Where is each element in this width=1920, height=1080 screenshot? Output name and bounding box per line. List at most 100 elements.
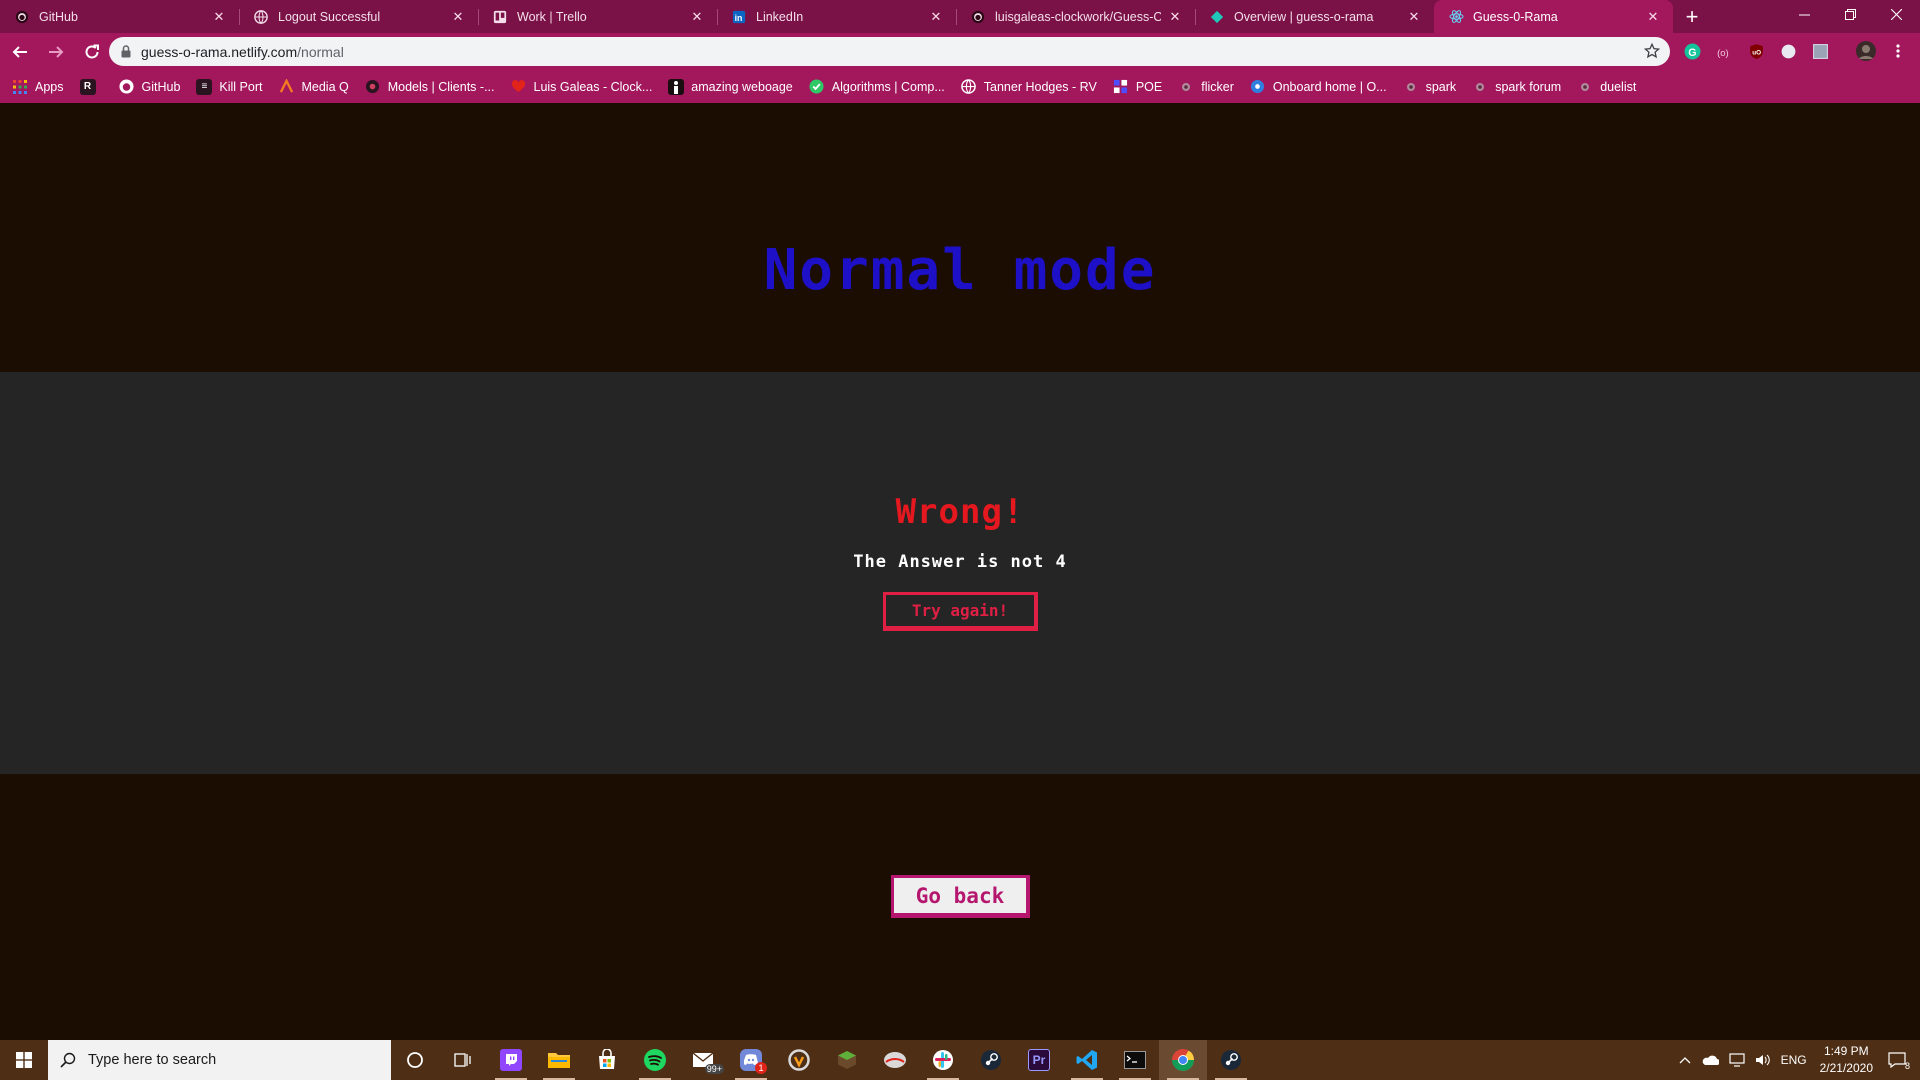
start-button[interactable]	[0, 1040, 48, 1080]
bookmark-label: Luis Galeas - Clock...	[533, 79, 653, 94]
steam-icon[interactable]	[967, 1040, 1015, 1080]
bookmark-amazing-weboage[interactable]: amazing weboage	[668, 78, 793, 95]
arrow-right-icon	[49, 45, 64, 58]
slack-icon[interactable]	[919, 1040, 967, 1080]
url-path: /normal	[297, 43, 344, 60]
bookmark-duelist[interactable]: duelist	[1577, 79, 1636, 95]
tab-repo[interactable]: luisgaleas-clockwork/Guess-O-R ✕	[956, 0, 1195, 33]
models-icon	[365, 79, 381, 95]
close-tab-icon[interactable]: ✕	[689, 9, 705, 25]
bookmark-apps[interactable]: Apps	[12, 79, 64, 95]
task-view-icon[interactable]	[439, 1040, 487, 1080]
bookmark-label: Algorithms | Comp...	[831, 79, 945, 94]
close-tab-icon[interactable]: ✕	[211, 9, 227, 25]
app-icon[interactable]	[871, 1040, 919, 1080]
try-again-button[interactable]: Try again!	[883, 592, 1038, 631]
tab-github[interactable]: GitHub ✕	[0, 0, 239, 33]
clock[interactable]: 1:49 PM 2/21/2020	[1820, 1043, 1873, 1077]
clock-time: 1:49 PM	[1823, 1044, 1869, 1058]
vscode-icon[interactable]	[1063, 1040, 1111, 1080]
avatar[interactable]	[1855, 40, 1877, 62]
minecraft-icon[interactable]	[823, 1040, 871, 1080]
svg-text:uO: uO	[1752, 49, 1761, 56]
network-icon[interactable]	[1728, 1053, 1745, 1067]
bookmark-models[interactable]: Models | Clients -...	[365, 79, 495, 95]
store-icon[interactable]	[583, 1040, 631, 1080]
tab-trello[interactable]: Work | Trello ✕	[478, 0, 717, 33]
menu-kebab-icon[interactable]	[1887, 40, 1909, 62]
spotify-icon[interactable]	[631, 1040, 679, 1080]
cortana-icon[interactable]	[391, 1040, 439, 1080]
volume-icon[interactable]	[1755, 1053, 1771, 1067]
bookmark-media-q[interactable]: Media Q	[278, 79, 349, 95]
close-tab-icon[interactable]: ✕	[1167, 9, 1183, 25]
address-bar[interactable]: guess-o-rama.netlify.com/normal	[109, 37, 1670, 66]
bookmark-algorithms[interactable]: Algorithms | Comp...	[809, 79, 945, 95]
bookmarks-bar: Apps R GitHub ≡ Kill Port Media Q Models…	[0, 70, 1920, 103]
linkedin-icon: in	[731, 9, 747, 25]
bookmark-kill-port[interactable]: ≡ Kill Port	[196, 78, 262, 95]
steam-icon[interactable]	[1207, 1040, 1255, 1080]
bookmark-flicker[interactable]: flicker	[1178, 79, 1234, 95]
back-button[interactable]	[4, 36, 36, 68]
premiere-icon[interactable]: Pr	[1015, 1040, 1063, 1080]
bookmark-luis-galeas[interactable]: Luis Galeas - Clock...	[511, 79, 653, 95]
bookmark-spark-forum[interactable]: spark forum	[1472, 79, 1561, 95]
go-back-button[interactable]: Go back	[891, 875, 1030, 918]
language-indicator[interactable]: ENG	[1781, 1053, 1807, 1067]
svg-text:(o): (o)	[1717, 47, 1729, 58]
close-tab-icon[interactable]: ✕	[1645, 9, 1661, 25]
chevron-up-icon[interactable]	[1679, 1056, 1691, 1064]
tab-title: Logout Successful	[278, 9, 381, 24]
bookmark-r[interactable]: R	[79, 78, 103, 95]
bookmark-star-icon[interactable]	[1643, 42, 1661, 62]
file-explorer-icon[interactable]	[535, 1040, 583, 1080]
svg-text:in: in	[735, 12, 743, 22]
lock-icon[interactable]	[121, 45, 131, 58]
bookmark-label: spark forum	[1495, 79, 1562, 94]
bookmark-label: Apps	[35, 79, 64, 94]
reload-button[interactable]	[76, 36, 108, 68]
restore-icon[interactable]	[1827, 0, 1873, 28]
minimize-icon[interactable]	[1781, 0, 1827, 28]
reload-icon	[85, 44, 99, 58]
bookmark-label: Tanner Hodges - RV	[983, 79, 1097, 94]
extension-square-icon[interactable]	[1809, 40, 1831, 62]
tab-netlify[interactable]: Overview | guess-o-rama ✕	[1195, 0, 1434, 33]
apps-grid-icon	[12, 79, 28, 95]
close-tab-icon[interactable]: ✕	[928, 9, 944, 25]
bookmark-label: amazing weboage	[691, 79, 793, 94]
close-window-icon[interactable]	[1873, 0, 1919, 28]
tab-linkedin[interactable]: in LinkedIn ✕	[717, 0, 956, 33]
extension-circle-icon[interactable]	[1777, 40, 1799, 62]
bookmark-github[interactable]: GitHub	[119, 79, 180, 95]
tab-logout[interactable]: Logout Successful ✕	[239, 0, 478, 33]
taskbar: Type here to search 99+ 1 Pr ENG 1:49 PM…	[0, 1040, 1920, 1080]
onedrive-icon[interactable]	[1701, 1054, 1719, 1066]
ublock-icon[interactable]: uO	[1745, 40, 1767, 62]
bookmark-tanner-hodges[interactable]: Tanner Hodges - RV	[961, 79, 1097, 95]
terminal-icon[interactable]	[1111, 1040, 1159, 1080]
bookmark-spark[interactable]: spark	[1403, 79, 1456, 95]
globe-icon	[253, 9, 269, 25]
overwatch-icon[interactable]	[775, 1040, 823, 1080]
tab-title: Overview | guess-o-rama	[1234, 9, 1374, 24]
tab-guess-o-rama[interactable]: Guess-0-Rama ✕	[1434, 0, 1673, 33]
new-tab-button[interactable]: +	[1677, 0, 1707, 33]
extension-icon[interactable]: (o)	[1713, 40, 1735, 62]
bookmark-r-icon: R	[79, 78, 96, 95]
close-tab-icon[interactable]: ✕	[450, 9, 466, 25]
bookmark-onboard-home[interactable]: Onboard home | O...	[1250, 79, 1387, 95]
discord-icon[interactable]: 1	[727, 1040, 775, 1080]
tab-strip: GitHub ✕ Logout Successful ✕ Work | Trel…	[0, 0, 1920, 33]
chrome-icon[interactable]	[1159, 1040, 1207, 1080]
bookmark-poe[interactable]: POE	[1113, 79, 1162, 95]
grammarly-icon[interactable]: G	[1681, 40, 1703, 62]
notification-icon[interactable]: 8	[1888, 1052, 1910, 1071]
twitch-icon[interactable]	[487, 1040, 535, 1080]
netlify-icon	[1209, 9, 1225, 25]
taskbar-search-input[interactable]: Type here to search	[48, 1040, 391, 1080]
mail-icon[interactable]: 99+	[679, 1040, 727, 1080]
forward-button[interactable]	[40, 36, 72, 68]
close-tab-icon[interactable]: ✕	[1406, 9, 1422, 25]
